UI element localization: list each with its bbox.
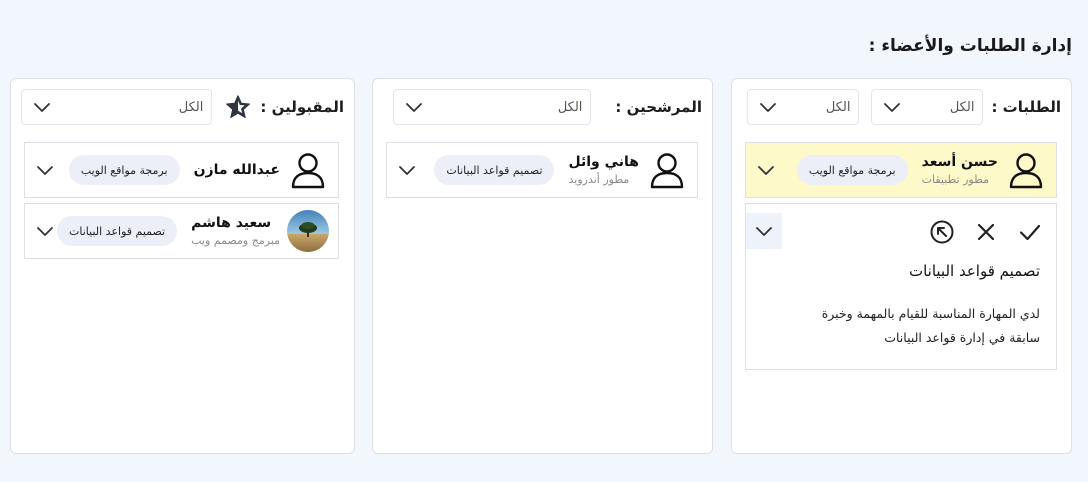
reject-close-icon[interactable]	[972, 218, 1000, 246]
expand-chevron-icon[interactable]	[756, 160, 776, 180]
requests-filter-select-2[interactable]: الكل	[747, 89, 860, 125]
move-arrow-circle-icon[interactable]	[928, 218, 956, 246]
chevron-down-icon	[32, 97, 52, 117]
accepted-title: المقبولين :	[260, 98, 344, 116]
person-role: مطور أندرويد	[568, 173, 630, 186]
accepted-header: المقبولين : الكل	[21, 89, 344, 125]
candidates-title: المرشحين :	[615, 98, 702, 116]
person-outline-icon	[1004, 148, 1048, 192]
request-detail: تصميم قواعد البيانات لدي المهارة المناسب…	[745, 203, 1057, 370]
person-name: سعيد هاشم	[191, 215, 272, 231]
person-name: حسن أسعد	[921, 154, 998, 170]
request-card[interactable]: حسن أسعد مطور تطبيقات برمجة مواقع الويب	[745, 142, 1057, 198]
filter-value: الكل	[825, 99, 851, 115]
photo-avatar	[286, 209, 330, 253]
collapse-chevron-icon[interactable]	[746, 213, 782, 249]
requests-filter-select-1[interactable]: الكل	[871, 89, 984, 125]
detail-title: تصميم قواعد البيانات	[908, 262, 1040, 280]
expand-chevron-icon[interactable]	[35, 221, 55, 241]
skill-chip: تصميم قواعد البيانات	[434, 155, 555, 185]
accepted-card[interactable]: عبدالله مازن برمجة مواقع الويب	[24, 142, 339, 198]
accepted-filter-select[interactable]: الكل	[21, 89, 213, 125]
accept-check-icon[interactable]	[1016, 218, 1044, 246]
skill-chip: تصميم قواعد البيانات	[57, 216, 178, 246]
candidate-card[interactable]: هاني وائل مطور أندرويد تصميم قواعد البيا…	[386, 142, 698, 198]
candidates-header: المرشحين : الكل	[383, 89, 702, 125]
detail-body: لدي المهارة المناسبة للقيام بالمهمة وخبر…	[821, 306, 1040, 345]
person-role: مبرمج ومصمم ويب	[191, 234, 280, 247]
filter-value: الكل	[178, 99, 204, 115]
skill-chip: برمجة مواقع الويب	[68, 155, 180, 185]
requests-header: الطلبات : الكل الكل	[742, 89, 1061, 125]
candidates-filter-select[interactable]: الكل	[393, 89, 592, 125]
expand-chevron-icon[interactable]	[35, 160, 55, 180]
chevron-down-icon	[758, 97, 778, 117]
person-outline-icon	[286, 148, 330, 192]
accepted-card[interactable]: سعيد هاشم مبرمج ومصمم ويب تصميم قواعد ال…	[24, 203, 339, 259]
skill-chip: برمجة مواقع الويب	[796, 155, 908, 185]
chevron-down-icon	[882, 97, 902, 117]
page-title: إدارة الطلبات والأعضاء :	[868, 36, 1072, 56]
chevron-down-icon	[404, 97, 424, 117]
person-name: عبدالله مازن	[193, 162, 280, 178]
filter-value: الكل	[557, 99, 583, 115]
person-role: مطور تطبيقات	[921, 173, 990, 186]
candidates-panel: المرشحين : الكل	[372, 78, 713, 454]
filter-value: الكل	[949, 99, 975, 115]
person-outline-icon	[645, 148, 689, 192]
accepted-panel: المقبولين : الكل	[10, 78, 355, 454]
person-name: هاني وائل	[568, 154, 639, 170]
expand-chevron-icon[interactable]	[397, 160, 417, 180]
requests-title: الطلبات :	[991, 98, 1061, 116]
star-icon[interactable]	[224, 93, 252, 121]
